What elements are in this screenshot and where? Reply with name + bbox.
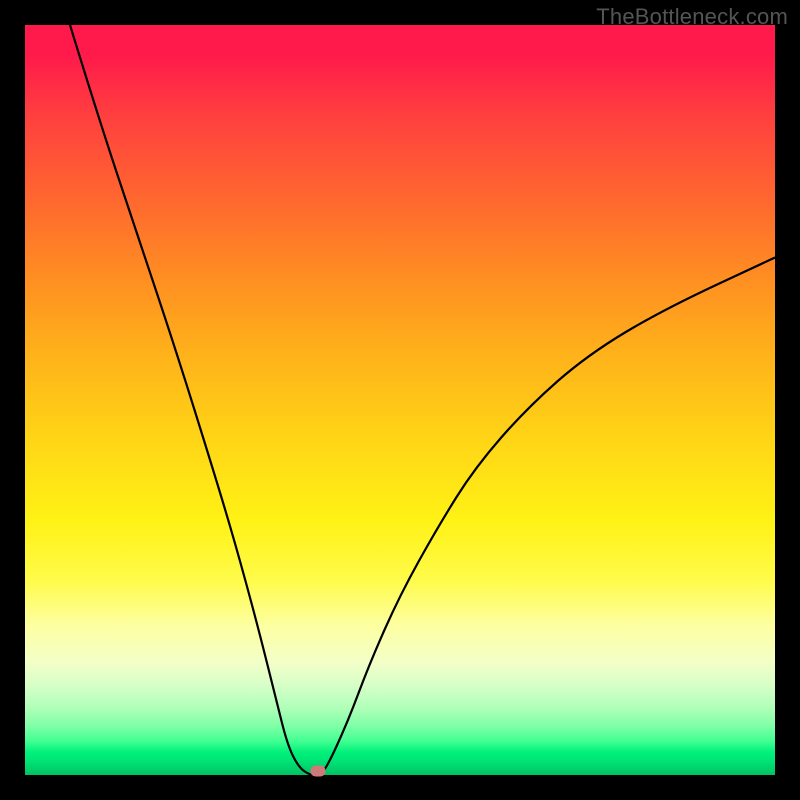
optimum-marker: [310, 766, 325, 777]
bottleneck-curve: [25, 25, 775, 775]
chart-frame: TheBottleneck.com: [0, 0, 800, 800]
curve-path: [70, 25, 775, 775]
plot-area: [25, 25, 775, 775]
